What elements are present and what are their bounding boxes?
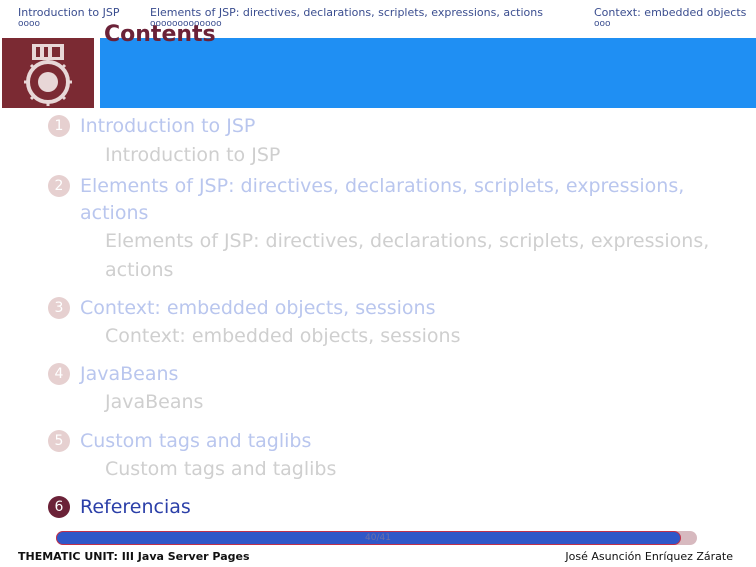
toc-subsection-title[interactable]: JavaBeans [105, 388, 203, 416]
nav-section-title: Introduction to JSP [18, 6, 120, 19]
footer-unit-title: THEMATIC UNIT: III Java Server Pages [18, 550, 250, 563]
toc-subsection-title-cont[interactable]: actions [105, 256, 173, 284]
footer-author: José Asunción Enríquez Zárate [565, 550, 733, 563]
toc-section-title-cont[interactable]: actions [80, 199, 148, 227]
toc-subsection-title[interactable]: Context: embedded objects, sessions [105, 322, 461, 350]
header-band [0, 38, 756, 108]
toc-section-title[interactable]: Elements of JSP: directives, declaration… [80, 172, 684, 200]
logo-container [0, 38, 96, 108]
toc-section-title[interactable]: Introduction to JSP [80, 112, 255, 140]
page-title: Contents [104, 22, 216, 47]
nav-section-title: Context: embedded objects [594, 6, 747, 19]
section-number-bullet: 3 [48, 297, 70, 319]
footer: THEMATIC UNIT: III Java Server Pages Jos… [0, 549, 756, 567]
section-number-bullet: 5 [48, 430, 70, 452]
page-number: 40/41 [365, 533, 391, 543]
section-number-bullet: 6 [48, 496, 70, 518]
section-number-bullet: 2 [48, 175, 70, 197]
section-number-bullet: 4 [48, 363, 70, 385]
toc-subsection-title[interactable]: Elements of JSP: directives, declaration… [105, 227, 709, 255]
toc-subsection-title[interactable]: Introduction to JSP [105, 141, 280, 169]
toc-section-title[interactable]: Context: embedded objects, sessions [80, 294, 436, 322]
toc-section-title[interactable]: Custom tags and taglibs [80, 427, 311, 455]
toc-section-title[interactable]: JavaBeans [80, 360, 178, 388]
header-blue-bar [100, 38, 756, 108]
ipn-logo-icon [2, 38, 94, 108]
nav-section-title: Elements of JSP: directives, declaration… [150, 6, 543, 19]
toc-subsection-title[interactable]: Custom tags and taglibs [105, 455, 336, 483]
nav-section-dots[interactable]: ooo [594, 19, 746, 29]
toc-section-title[interactable]: Referencias [80, 493, 191, 521]
section-number-bullet: 1 [48, 115, 70, 137]
nav-section-3[interactable]: Context: embedded objects ooo [594, 6, 746, 29]
